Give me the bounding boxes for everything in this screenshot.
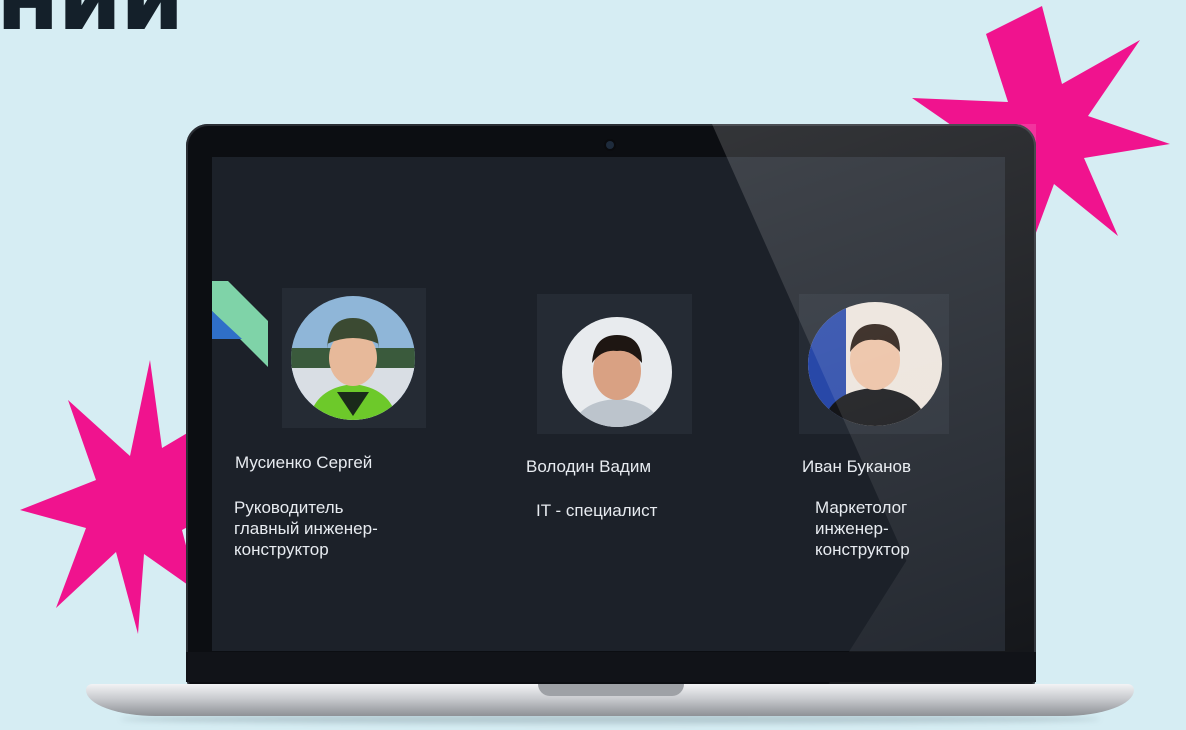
- laptop-bezel: [186, 652, 1036, 682]
- team-member-name: Володин Вадим: [526, 457, 652, 476]
- team-member-name: Мусиенко Сергей: [235, 453, 373, 472]
- logo-mark-icon: [212, 281, 272, 376]
- avatar: [562, 317, 672, 427]
- laptop-screen: Мусиенко Сергей Руководитель главный инж…: [212, 157, 1005, 651]
- team-member-role: IT - специалист: [536, 501, 658, 520]
- team-member-role: Маркетолог инженер- конструктор: [815, 498, 910, 559]
- webcam-dot: [606, 141, 614, 149]
- laptop-notch: [538, 684, 684, 696]
- team-member-name: Иван Буканов: [802, 457, 912, 476]
- avatar: [291, 296, 415, 420]
- avatar: [808, 302, 942, 426]
- team-member-role: Руководитель главный инженер- конструкто…: [234, 498, 378, 559]
- page-headline: нии: [0, 0, 184, 44]
